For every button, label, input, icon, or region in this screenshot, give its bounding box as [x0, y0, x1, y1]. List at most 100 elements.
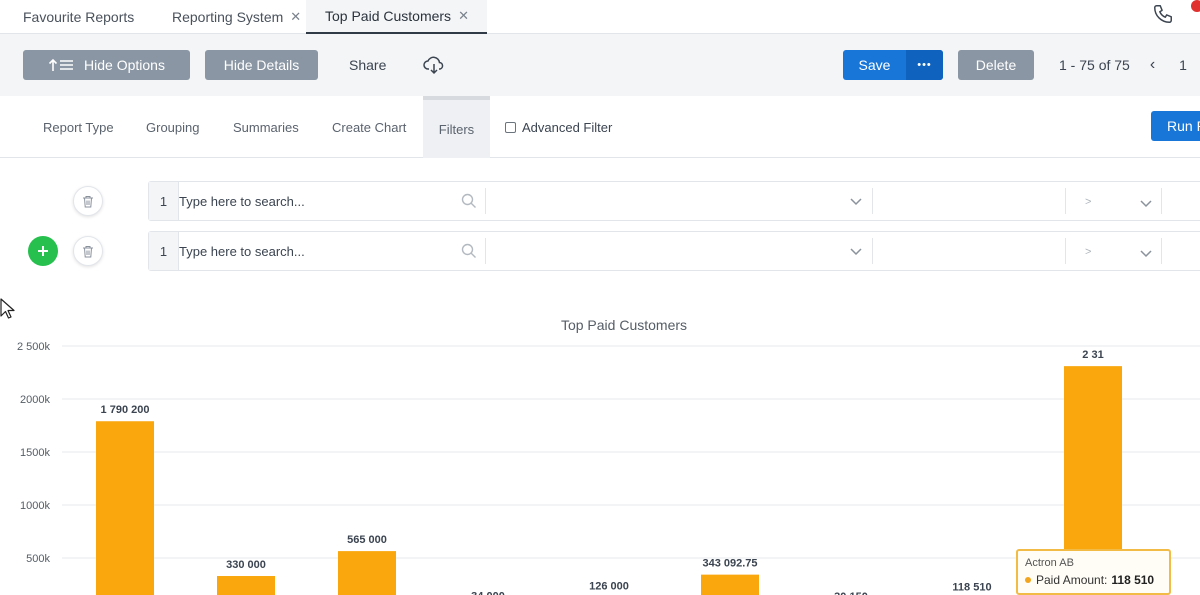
divider — [1065, 238, 1066, 264]
y-tick-label: 1500k — [20, 447, 50, 459]
hide-details-button[interactable]: Hide Details — [205, 50, 318, 80]
report-sections: Report Type Grouping Summaries Create Ch… — [0, 96, 1200, 158]
section-summaries[interactable]: Summaries — [233, 96, 299, 158]
save-button[interactable]: Save — [843, 50, 906, 80]
tab-favourite-reports[interactable]: Favourite Reports — [23, 0, 134, 34]
pagination-range: 1 - 75 of 75 — [1059, 57, 1130, 73]
share-button[interactable]: Share — [349, 50, 386, 80]
y-tick-label: 1000k — [20, 500, 50, 512]
y-tick-label: 500k — [26, 553, 50, 565]
close-icon[interactable]: ✕ — [458, 8, 469, 24]
tab-top-paid-customers[interactable]: Top Paid Customers ✕ — [306, 0, 487, 34]
advanced-filter-label: Advanced Filter — [522, 119, 613, 135]
tab-reporting-system[interactable]: Reporting System ✕ — [172, 0, 301, 34]
delete-filter-button[interactable] — [73, 186, 103, 216]
filter-row: 1 Type here to search... > — [148, 181, 1200, 221]
cloud-download-icon[interactable] — [423, 55, 445, 75]
chart-title: Top Paid Customers — [561, 317, 687, 333]
save-label: Save — [858, 57, 891, 73]
more-options-button[interactable]: ••• — [906, 50, 943, 80]
hide-options-button[interactable]: Hide Options — [23, 50, 190, 80]
tooltip-label: Paid Amount: — [1036, 573, 1108, 587]
bar-data-label: 34 000 — [471, 590, 505, 595]
tooltip-customer: Actron AB — [1025, 557, 1074, 569]
chevron-down-icon[interactable] — [849, 194, 863, 208]
section-label: Filters — [438, 121, 475, 137]
add-filter-button[interactable] — [28, 236, 58, 266]
filter-field-search[interactable]: Type here to search... — [179, 232, 485, 270]
bar-data-label: 30 150 — [834, 591, 868, 595]
plus-icon — [38, 246, 48, 256]
section-grouping[interactable]: Grouping — [146, 96, 199, 158]
tab-label: Top Paid Customers — [325, 8, 452, 24]
divider — [1065, 188, 1066, 214]
chevron-down-icon[interactable] — [1139, 246, 1153, 260]
tab-label: Favourite Reports — [23, 9, 135, 25]
trash-icon — [83, 195, 93, 207]
hide-options-label: Hide Options — [84, 57, 165, 73]
phone-icon[interactable] — [1152, 3, 1174, 25]
sort-lines-icon — [48, 58, 74, 71]
divider — [485, 188, 486, 214]
divider — [872, 238, 873, 264]
chevron-left-icon[interactable]: ‹ — [1150, 56, 1155, 74]
filter-index: 1 — [149, 232, 179, 270]
share-label: Share — [349, 57, 387, 73]
bar-data-label: 565 000 — [347, 534, 387, 546]
delete-button[interactable]: Delete — [958, 50, 1034, 80]
advanced-filter-toggle[interactable]: Advanced Filter — [505, 96, 612, 158]
chart-tooltip: Actron AB Paid Amount: 118 510 — [1016, 549, 1171, 595]
section-filters[interactable]: Filters — [423, 96, 490, 158]
chart-panel: Top Paid Customers 500k 1000k 1500k 2000k 2 … — [0, 298, 1200, 595]
filter-field-search[interactable]: Type here to search... — [179, 182, 485, 220]
save-button-group: Save ••• — [843, 50, 943, 80]
page-number[interactable]: 1 — [1179, 57, 1187, 73]
tab-bar: Favourite Reports Reporting System ✕ Top… — [0, 0, 1200, 34]
chevron-down-icon[interactable] — [849, 244, 863, 258]
divider — [1161, 238, 1162, 264]
delete-label: Delete — [975, 57, 1017, 73]
bar-data-label: 118 510 — [952, 581, 991, 593]
y-tick-label: 2000k — [20, 394, 50, 406]
mouse-cursor-icon — [0, 298, 15, 319]
section-label: Grouping — [146, 119, 200, 135]
bar-data-label: 343 092.75 — [702, 558, 757, 570]
more-dots-icon: ••• — [917, 59, 932, 71]
close-icon[interactable]: ✕ — [290, 9, 301, 25]
filter-index: 1 — [149, 182, 179, 220]
y-tick-label: 2 500k — [17, 341, 51, 353]
filter-operator[interactable]: > — [1085, 246, 1091, 258]
pagination: 1 - 75 of 75 ‹ 1 — [1059, 50, 1187, 80]
divider — [1161, 188, 1162, 214]
filter-row: 1 Type here to search... > — [148, 231, 1200, 271]
bar-data-label: 1 790 200 — [101, 404, 150, 416]
chevron-down-icon[interactable] — [1139, 196, 1153, 210]
delete-filter-button[interactable] — [73, 236, 103, 266]
section-label: Report Type — [43, 119, 114, 135]
filter-panel: 1 Type here to search... > 1 Type here t… — [0, 158, 1200, 298]
bar-data-label: 126 000 — [589, 581, 629, 593]
tooltip-value: 118 510 — [1111, 573, 1155, 587]
bar-data-label: 2 31 — [1082, 349, 1103, 361]
report-toolbar: Hide Options Hide Details Share Save •••… — [0, 34, 1200, 96]
tab-label: Reporting System — [172, 9, 284, 25]
trash-icon — [83, 245, 93, 257]
chart-bar[interactable] — [701, 574, 759, 595]
notification-badge[interactable] — [1191, 0, 1200, 12]
hide-details-label: Hide Details — [223, 57, 300, 73]
chart-grid: 500k 1000k 1500k 2000k 2 500k — [17, 341, 1200, 565]
search-icon — [461, 193, 476, 208]
chart-bar[interactable] — [338, 551, 396, 595]
section-label: Create Chart — [332, 119, 407, 135]
section-report-type[interactable]: Report Type — [43, 96, 114, 158]
chart-bar[interactable] — [96, 421, 154, 595]
advanced-filter-checkbox[interactable] — [505, 121, 516, 133]
chart-bar[interactable] — [217, 576, 275, 595]
search-icon — [461, 243, 476, 258]
filter-operator[interactable]: > — [1085, 196, 1091, 208]
run-report-button[interactable]: Run R — [1151, 111, 1200, 141]
bar-data-label: 330 000 — [226, 559, 266, 571]
divider — [485, 238, 486, 264]
divider — [872, 188, 873, 214]
section-create-chart[interactable]: Create Chart — [332, 96, 406, 158]
